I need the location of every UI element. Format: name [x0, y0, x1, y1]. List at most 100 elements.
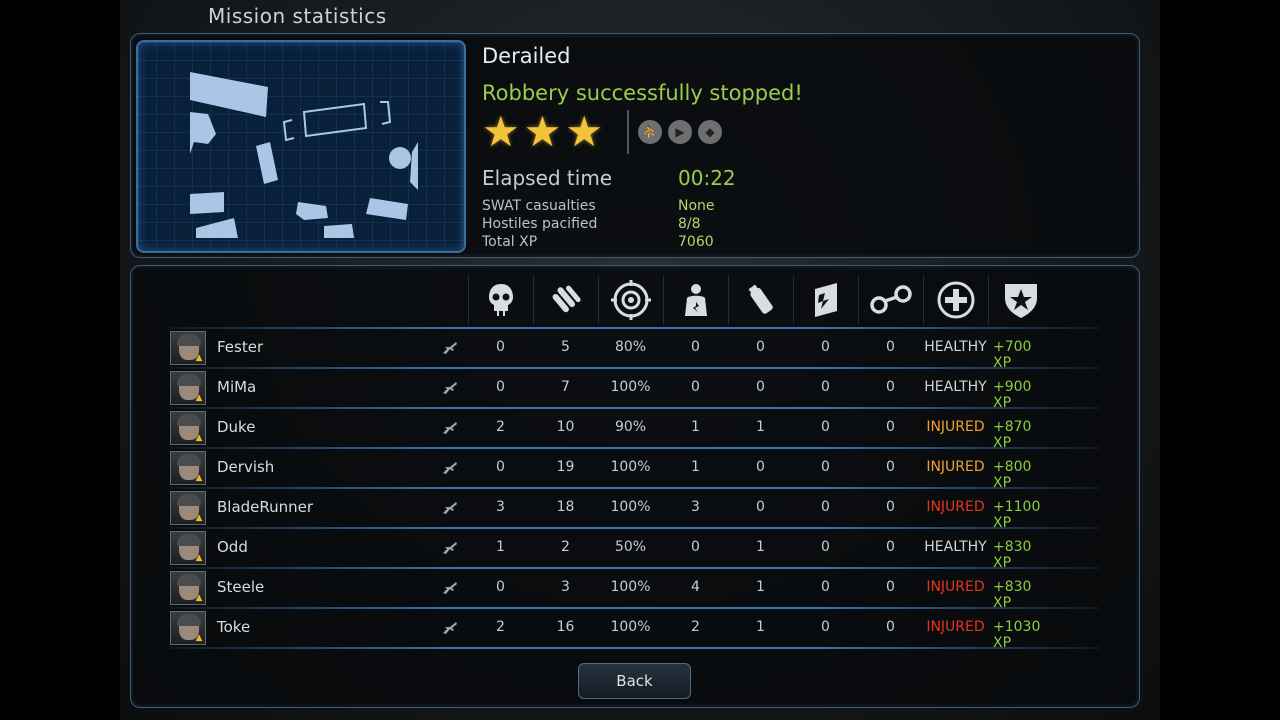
status-cell: INJURED	[926, 419, 985, 435]
accuracy-cell: 100%	[610, 459, 651, 475]
xp-cell: +1100 XP	[993, 499, 1041, 531]
row-divider	[170, 367, 1100, 369]
hit-person-icon	[663, 276, 728, 324]
kills-cell: 0	[496, 339, 505, 355]
total-xp-label: Total XP	[482, 234, 538, 250]
table-row[interactable]: ▲ Dervish 0 19 100% 1 0 0 0 INJURED +800 XP	[170, 450, 1100, 491]
row-divider	[170, 607, 1100, 609]
kills-cell: 0	[496, 379, 505, 395]
status-cell: INJURED	[926, 459, 985, 475]
avatar: ▲	[170, 371, 206, 405]
arrests-cell: 0	[886, 459, 895, 475]
rank-chevron-icon: ▲	[195, 593, 203, 603]
back-button[interactable]: Back	[578, 663, 691, 699]
avatar: ▲	[170, 611, 206, 645]
breaches-cell: 0	[821, 539, 830, 555]
grenades-cell: 1	[756, 619, 765, 635]
table-row[interactable]: ▲ Fester 0 5 80% 0 0 0 0 HEALTHY +700 XP	[170, 330, 1100, 371]
xp-cell: +830 XP	[993, 539, 1032, 571]
kills-cell: 2	[496, 419, 505, 435]
grenades-cell: 1	[756, 419, 765, 435]
bullets-icon	[533, 276, 598, 324]
skull-icon	[468, 276, 533, 324]
handcuffs-icon	[858, 276, 923, 324]
shots-cell: 7	[561, 379, 570, 395]
weapon-icon	[442, 460, 458, 474]
status-cell: HEALTHY	[924, 339, 987, 355]
page-title: Mission statistics	[208, 4, 387, 28]
table-row[interactable]: ▲ Duke 2 10 90% 1 1 0 0 INJURED +870 XP	[170, 410, 1100, 451]
shots-cell: 5	[561, 339, 570, 355]
rank-chevron-icon: ▲	[195, 513, 203, 523]
row-divider	[170, 407, 1100, 409]
target-icon	[598, 276, 663, 324]
player-name: MiMa	[217, 378, 257, 396]
table-row[interactable]: ▲ Odd 1 2 50% 0 1 0 0 HEALTHY +830 XP	[170, 530, 1100, 571]
kills-cell: 0	[496, 459, 505, 475]
rank-chevron-icon: ▲	[195, 393, 203, 403]
shots-cell: 18	[556, 499, 575, 515]
kills-cell: 0	[496, 579, 505, 595]
status-cell: HEALTHY	[924, 379, 987, 395]
player-name: Steele	[217, 578, 265, 596]
kills-cell: 3	[496, 499, 505, 515]
door-breach-icon	[793, 276, 858, 324]
avatar: ▲	[170, 451, 206, 485]
hits-cell: 1	[691, 459, 700, 475]
elapsed-time-label: Elapsed time	[482, 166, 613, 190]
runner-icon: ⛹	[638, 120, 662, 144]
elapsed-time-value: 00:22	[678, 166, 736, 190]
shield-icon: ◆	[698, 120, 722, 144]
shots-cell: 19	[556, 459, 575, 475]
grenades-cell: 0	[756, 499, 765, 515]
breaches-cell: 0	[821, 379, 830, 395]
hostiles-pacified-value: 8/8	[678, 216, 701, 232]
weapon-icon	[442, 420, 458, 434]
hits-cell: 0	[691, 339, 700, 355]
minimap	[136, 40, 466, 253]
table-row[interactable]: ▲ Steele 0 3 100% 4 1 0 0 INJURED +830 XP	[170, 570, 1100, 611]
accuracy-cell: 90%	[614, 419, 647, 435]
player-name: Toke	[217, 618, 251, 636]
player-name: Odd	[217, 538, 248, 556]
avatar: ▲	[170, 491, 206, 525]
bonus-objectives: ⛹ ▶ ◆	[638, 120, 722, 144]
hostiles-pacified-label: Hostiles pacified	[482, 216, 598, 232]
grenades-cell: 1	[756, 579, 765, 595]
divider	[627, 110, 629, 154]
kills-cell: 2	[496, 619, 505, 635]
status-cell: INJURED	[926, 619, 985, 635]
table-row[interactable]: ▲ BladeRunner 3 18 100% 3 0 0 0 INJURED +1100 XP	[170, 490, 1100, 531]
shots-cell: 16	[556, 619, 575, 635]
arrests-cell: 0	[886, 579, 895, 595]
player-name: Duke	[217, 418, 256, 436]
table-row[interactable]: ▲ MiMa 0 7 100% 0 0 0 0 HEALTHY +900 XP	[170, 370, 1100, 411]
accuracy-cell: 50%	[614, 539, 647, 555]
breaches-cell: 0	[821, 419, 830, 435]
accuracy-cell: 100%	[610, 579, 651, 595]
rank-chevron-icon: ▲	[195, 353, 203, 363]
breaches-cell: 0	[821, 339, 830, 355]
status-cell: INJURED	[926, 499, 985, 515]
grenades-cell: 0	[756, 459, 765, 475]
xp-cell: +900 XP	[993, 379, 1032, 411]
hits-cell: 1	[691, 419, 700, 435]
hits-cell: 0	[691, 539, 700, 555]
grenades-cell: 0	[756, 379, 765, 395]
weapon-icon	[442, 540, 458, 554]
rank-chevron-icon: ▲	[195, 553, 203, 563]
accuracy-cell: 100%	[610, 499, 651, 515]
breaches-cell: 0	[821, 619, 830, 635]
weapon-icon	[442, 580, 458, 594]
avatar: ▲	[170, 571, 206, 605]
grenades-cell: 0	[756, 339, 765, 355]
accuracy-cell: 100%	[610, 619, 651, 635]
xp-cell: +830 XP	[993, 579, 1032, 611]
table-row[interactable]: ▲ Toke 2 16 100% 2 1 0 0 INJURED +1030 XP	[170, 610, 1100, 651]
kills-cell: 1	[496, 539, 505, 555]
avatar: ▲	[170, 531, 206, 565]
shots-cell: 3	[561, 579, 570, 595]
player-name: BladeRunner	[217, 498, 314, 516]
grenade-icon	[728, 276, 793, 324]
row-divider	[170, 447, 1100, 449]
